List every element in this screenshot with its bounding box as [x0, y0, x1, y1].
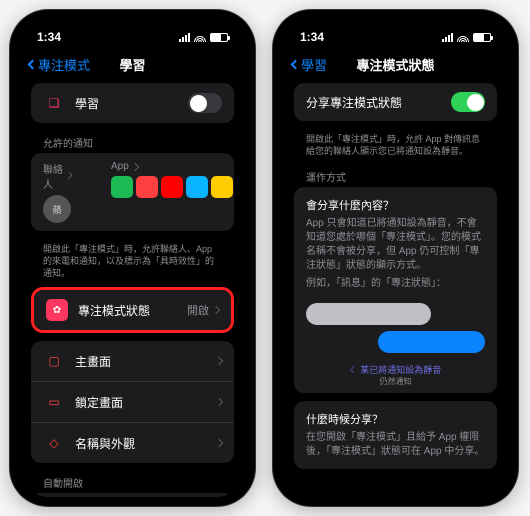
nav-bar: 學習 專注模式狀態	[282, 49, 509, 79]
home-screen-row[interactable]: ▢ 主畫面	[31, 341, 234, 381]
back-label: 專注模式	[38, 55, 90, 74]
row-value: 開啟	[187, 302, 209, 318]
notch	[83, 19, 183, 41]
apps-label: App	[111, 161, 129, 172]
share-status-row[interactable]: 分享專注模式狀態	[294, 83, 497, 121]
paragraph: App 只會知道已將通知設為靜音，不會知道您處於哪個「專注模式」。您的模式名稱不…	[306, 217, 485, 273]
app-icons	[111, 176, 233, 198]
back-button[interactable]: 學習	[292, 55, 327, 74]
bubble-gray	[306, 303, 431, 325]
chevron-right-icon	[65, 172, 72, 179]
chevron-left-icon	[291, 59, 301, 69]
study-icon: ❑	[43, 92, 65, 114]
paragraph: 例如，「訊息」的「專注狀態」：	[306, 277, 485, 291]
app-icon	[161, 176, 183, 198]
status-time: 1:34	[300, 30, 324, 44]
wifi-icon	[194, 33, 206, 42]
chevron-right-icon	[215, 398, 223, 406]
status-icon: ✿	[46, 299, 68, 321]
smart-activation-row[interactable]: 智慧型啟用 視時間開啟 開啟	[31, 493, 234, 497]
chevron-right-icon	[215, 357, 223, 365]
message-preview	[306, 295, 485, 361]
chevron-right-icon	[131, 162, 139, 170]
allow-header: 允許的通知	[31, 131, 234, 153]
nav-title: 專注模式狀態	[356, 55, 434, 74]
app-icon	[211, 176, 233, 198]
row-label: 專注模式狀態	[78, 302, 187, 319]
apps-section[interactable]: App	[111, 161, 233, 223]
auto-header: 自動開啟	[31, 471, 234, 493]
explanation-card-2: 什麼時候分享？ 在您開啟「專注模式」且給予 App 權限後，「專注模式」狀態可在…	[294, 401, 497, 469]
notch	[346, 19, 446, 41]
notify-anyway[interactable]: 仍然通知	[306, 376, 485, 387]
explanation-card-1: 會分享什麼內容？ App 只會知道已將通知設為靜音，不會知道您處於哪個「專注模式…	[294, 187, 497, 393]
chevron-right-icon	[215, 439, 223, 447]
appearance-icon: ◇	[43, 432, 65, 454]
row-label: 鎖定畫面	[75, 394, 216, 411]
bubble-blue	[378, 331, 485, 353]
how-header: 運作方式	[294, 165, 497, 187]
name-appearance-row[interactable]: ◇ 名稱與外觀	[31, 422, 234, 463]
back-label: 學習	[301, 55, 327, 74]
phone-right: 1:34 學習 專注模式狀態 分享專注模式狀態 開啟此「專注模式」時，允許 Ap…	[273, 10, 518, 506]
share-label: 分享專注模式狀態	[306, 94, 451, 111]
share-toggle[interactable]	[451, 92, 485, 112]
focus-name: 學習	[75, 95, 188, 112]
focus-toggle[interactable]	[188, 93, 222, 113]
question-1: 會分享什麼內容？	[306, 197, 485, 213]
row-label: 名稱與外觀	[75, 435, 216, 452]
battery-icon	[210, 33, 228, 42]
lock-icon: ▭	[43, 391, 65, 413]
lock-screen-row[interactable]: ▭ 鎖定畫面	[31, 381, 234, 422]
share-footer: 開啟此「專注模式」時，允許 App 對傳訊息給您的聯絡人顯示您已將通知設為靜音。	[294, 129, 497, 165]
app-icon	[111, 176, 133, 198]
moon-icon: ☾	[350, 365, 361, 375]
highlight-box: ✿ 專注模式狀態 開啟	[31, 287, 234, 333]
app-icon	[136, 176, 158, 198]
question-2: 什麼時候分享？	[306, 411, 485, 427]
allow-footer: 開啟此「專注模式」時，允許聯絡人、App 的來電和通知，以及標示為「具時效性」的…	[31, 239, 234, 287]
contact-avatar: 蘋	[43, 195, 71, 223]
focus-name-row[interactable]: ❑ 學習	[31, 83, 234, 123]
battery-icon	[473, 33, 491, 42]
phone-left: 1:34 專注模式 學習 ❑ 學習 允許的通知	[10, 10, 255, 506]
status-time: 1:34	[37, 30, 61, 44]
chevron-right-icon	[212, 306, 220, 314]
row-label: 主畫面	[75, 353, 216, 370]
app-icon	[186, 176, 208, 198]
back-button[interactable]: 專注模式	[29, 55, 90, 74]
contacts-label: 聯絡人	[43, 161, 64, 191]
chevron-left-icon	[28, 59, 38, 69]
wifi-icon	[457, 33, 469, 42]
focus-status-row[interactable]: ✿ 專注模式狀態 開啟	[34, 290, 231, 330]
paragraph: 在您開啟「專注模式」且給予 App 權限後，「專注模式」狀態可在 App 中分享…	[306, 431, 485, 459]
contacts-section[interactable]: 聯絡人 蘋	[43, 161, 71, 223]
home-icon: ▢	[43, 350, 65, 372]
silenced-indicator: ☾ 某已將通知設為靜音 仍然通知	[306, 361, 485, 387]
nav-bar: 專注模式 學習	[19, 49, 246, 79]
nav-title: 學習	[119, 55, 145, 74]
